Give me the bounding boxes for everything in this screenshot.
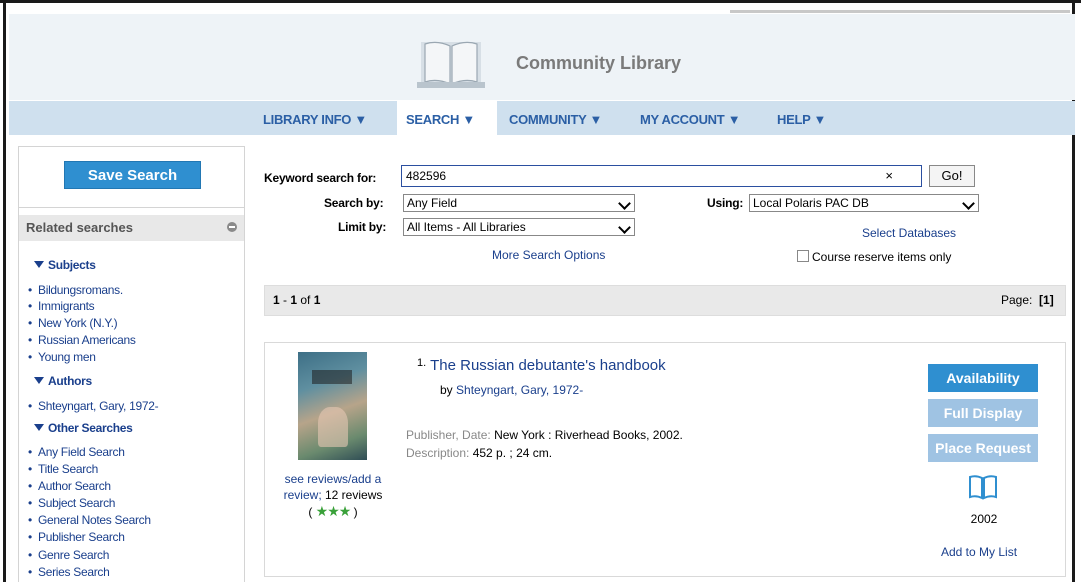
limit-by-select[interactable]: All Items - All Libraries: [403, 218, 635, 236]
reviews-count: 12 reviews: [325, 488, 383, 502]
by-label: by: [440, 383, 453, 397]
nav-library-info[interactable]: LIBRARY INFO ▼: [263, 112, 367, 127]
authors-heading[interactable]: Authors: [34, 374, 92, 388]
publisher-label: Publisher, Date:: [406, 428, 491, 442]
sidebar-author-link[interactable]: Shteyngart, Gary, 1972-: [28, 399, 159, 413]
result-count: 1 - 1 of 1: [273, 293, 320, 307]
go-button[interactable]: Go!: [929, 165, 975, 187]
sidebar-divider: [18, 207, 245, 208]
range-start: 1: [273, 293, 280, 307]
sidebar-other-link[interactable]: Author Search: [28, 479, 111, 493]
nav-community[interactable]: COMMUNITY ▼: [509, 112, 602, 127]
page-current[interactable]: [1]: [1039, 293, 1054, 307]
place-request-button[interactable]: Place Request: [928, 434, 1038, 462]
subjects-heading-label: Subjects: [48, 258, 96, 272]
sidebar-other-link[interactable]: General Notes Search: [28, 513, 151, 527]
limit-by-value: All Items - All Libraries: [407, 220, 526, 234]
reviews-line-2: review; 12 reviews: [272, 487, 394, 503]
sidebar-subject-link[interactable]: Immigrants: [28, 299, 95, 313]
using-select[interactable]: Local Polaris PAC DB: [749, 194, 979, 212]
other-searches-heading-label: Other Searches: [48, 421, 133, 435]
keyword-value: 482596: [406, 169, 447, 183]
add-to-my-list-link[interactable]: Add to My List: [941, 545, 1017, 559]
search-by-select[interactable]: Any Field: [403, 194, 635, 212]
chevron-down-icon: [618, 197, 631, 210]
sidebar-other-link[interactable]: Title Search: [28, 462, 98, 476]
record-author-line: by Shteyngart, Gary, 1972-: [440, 383, 583, 397]
availability-button[interactable]: Availability: [928, 364, 1038, 392]
more-search-options-link[interactable]: More Search Options: [492, 248, 605, 262]
description-label: Description:: [406, 446, 470, 460]
chevron-down-icon: [618, 221, 631, 234]
related-searches-label: Related searches: [26, 220, 133, 235]
window-left-border: [3, 0, 6, 582]
total-count: 1: [313, 293, 321, 307]
sidebar-other-link[interactable]: Genre Search: [28, 548, 109, 562]
reviews-link[interactable]: see reviews/add a: [272, 471, 394, 487]
record-title-link[interactable]: The Russian debutante's handbook: [430, 357, 666, 374]
window-top-border: [0, 0, 1081, 3]
sidebar-other-link[interactable]: Any Field Search: [28, 445, 125, 459]
record-index: 1.: [417, 357, 427, 369]
nav-my-account[interactable]: MY ACCOUNT ▼: [640, 112, 741, 127]
description-line: Description: 452 p. ; 24 cm.: [406, 446, 552, 460]
keyword-label: Keyword search for:: [264, 171, 377, 185]
reviews-link-2[interactable]: review;: [284, 488, 322, 502]
using-value: Local Polaris PAC DB: [753, 196, 869, 210]
select-databases-link[interactable]: Select Databases: [862, 226, 956, 240]
site-title[interactable]: Community Library: [516, 53, 681, 74]
course-reserve-checkbox[interactable]: [797, 250, 809, 262]
limit-by-label: Limit by:: [338, 220, 387, 234]
top-divider: [730, 10, 1070, 13]
results-summary-bar: [264, 285, 1066, 316]
of-text: of: [297, 293, 314, 307]
using-label: Using:: [707, 196, 744, 210]
triangle-down-icon: [34, 261, 44, 268]
triangle-down-icon: [34, 377, 44, 384]
authors-heading-label: Authors: [48, 374, 92, 388]
publication-year: 2002: [970, 512, 998, 526]
sidebar-subject-link[interactable]: New York (N.Y.): [28, 316, 118, 330]
sidebar-subject-link[interactable]: Bildungsromans.: [28, 283, 123, 297]
save-search-button[interactable]: Save Search: [64, 161, 201, 189]
book-icon: [968, 474, 998, 500]
triangle-down-icon: [34, 424, 44, 431]
chevron-down-icon: [962, 197, 975, 210]
clear-icon[interactable]: ×: [885, 166, 893, 186]
rating: ( ★★★ ): [308, 503, 358, 519]
author-link[interactable]: Shteyngart, Gary, 1972-: [456, 383, 583, 397]
sidebar-other-link[interactable]: Subject Search: [28, 496, 116, 510]
full-display-button[interactable]: Full Display: [928, 399, 1038, 427]
page-label: Page:: [1001, 293, 1033, 307]
range-sep: -: [279, 293, 291, 307]
collapse-icon[interactable]: [227, 222, 237, 232]
search-by-label: Search by:: [324, 196, 384, 210]
course-reserve-label: Course reserve items only: [812, 250, 952, 264]
reviews-block: see reviews/add a review; 12 reviews ( ★…: [272, 471, 394, 520]
publisher-value: New York : Riverhead Books, 2002.: [494, 428, 683, 442]
sidebar-other-link[interactable]: Publisher Search: [28, 530, 125, 544]
star-rating-icon: ★★★: [315, 503, 352, 519]
nav-search[interactable]: SEARCH ▼: [406, 112, 475, 127]
sidebar-subject-link[interactable]: Young men: [28, 350, 96, 364]
publisher-line: Publisher, Date: New York : Riverhead Bo…: [406, 428, 683, 442]
description-value: 452 p. ; 24 cm.: [472, 446, 553, 460]
pager: Page: [1]: [1001, 293, 1054, 307]
library-logo-icon[interactable]: [415, 38, 487, 90]
record-title-line: 1. The Russian debutante's handbook: [417, 357, 666, 374]
subjects-heading[interactable]: Subjects: [34, 258, 96, 272]
sidebar-other-link[interactable]: Series Search: [28, 565, 110, 579]
book-cover-image[interactable]: [298, 352, 367, 460]
nav-help[interactable]: HELP ▼: [777, 112, 826, 127]
search-by-value: Any Field: [407, 196, 458, 210]
sidebar-subject-link[interactable]: Russian Americans: [28, 333, 136, 347]
other-searches-heading[interactable]: Other Searches: [34, 421, 133, 435]
keyword-search-input[interactable]: 482596 ×: [401, 165, 922, 187]
